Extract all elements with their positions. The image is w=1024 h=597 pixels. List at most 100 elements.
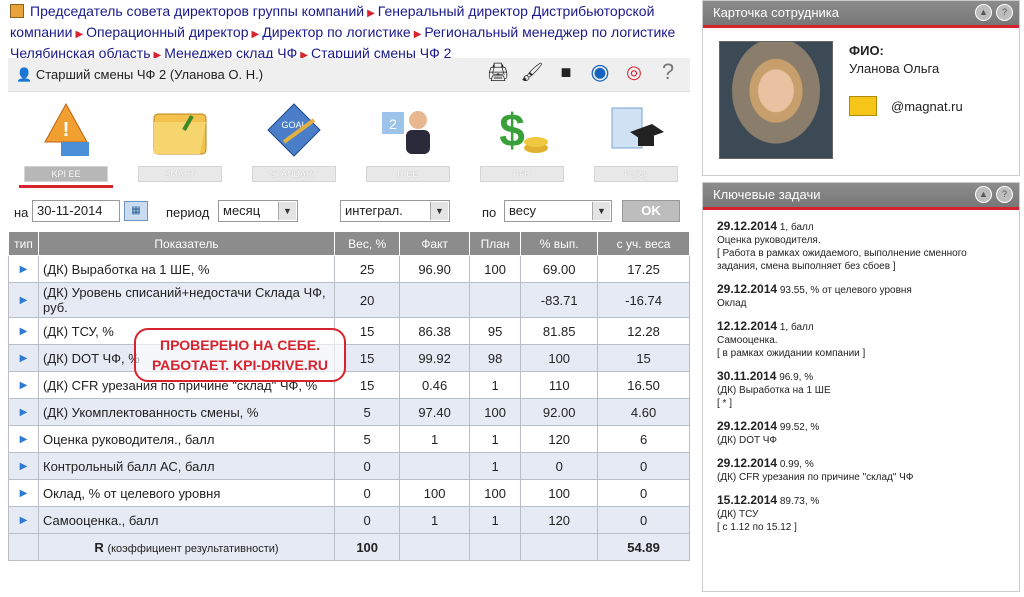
help-icon[interactable]: ?: [996, 186, 1013, 203]
help-icon[interactable]: ?: [656, 59, 680, 84]
cell-empty: [520, 533, 599, 561]
expand-row-icon[interactable]: ▶: [8, 506, 39, 534]
help-icon[interactable]: ?: [996, 4, 1013, 21]
cell-value: 86.38: [399, 317, 470, 345]
brush-icon[interactable]: 🖌: [520, 60, 544, 84]
task-line: Самооценка.: [717, 335, 778, 346]
task-item[interactable]: 30.11.2014 96.9, % (ДК) Выработка на 1 ШЕ…: [703, 370, 1019, 410]
current-user: 👤 Старший смены ЧФ 2 (Уланова О. Н.): [16, 67, 263, 83]
cell-value: 5: [333, 398, 401, 426]
category-kpi[interactable]: ! KPI ЕЕ: [10, 98, 122, 188]
cell-value: 15: [597, 344, 690, 372]
table-row[interactable]: ▶ (ДК) DOT ЧФ, % 15 99.92 98 100 15: [8, 344, 690, 372]
cell-value: 16.50: [597, 371, 690, 399]
table-row[interactable]: ▶ (ДК) Уровень списаний+недостачи Склада …: [8, 282, 690, 318]
expand-row-icon[interactable]: ▶: [8, 371, 39, 399]
indicator-name[interactable]: Оклад, % от целевого уровня: [38, 479, 335, 507]
ok-button[interactable]: OK: [622, 200, 680, 222]
collapse-icon[interactable]: ▲: [975, 186, 992, 203]
arrow-icon: ▶: [251, 29, 260, 40]
org-structure-icon[interactable]: [10, 4, 24, 18]
expand-row-icon[interactable]: ▶: [8, 255, 39, 283]
period-value: месяц: [223, 203, 261, 218]
breadcrumb-item[interactable]: Операционный директор: [86, 24, 248, 40]
envelope-icon[interactable]: [849, 96, 877, 116]
column-header[interactable]: с уч. веса: [597, 231, 690, 256]
category-r[interactable]: 2 R ЕЕ: [352, 98, 464, 182]
task-item[interactable]: 29.12.2014 1, балл Оценка руководителя. [ …: [703, 220, 1019, 273]
total-row: R (коэффициент результативности) 100 54.89: [8, 533, 690, 561]
employee-card: Карточка сотрудника ▲? ФИО: Уланова Ольга…: [702, 0, 1020, 176]
column-header[interactable]: % вып.: [520, 231, 599, 256]
column-header[interactable]: План: [468, 231, 522, 256]
task-meta: 96.9, %: [779, 372, 814, 383]
cell-value: 97.40: [399, 398, 470, 426]
task-item[interactable]: 29.12.2014 0.99, % (ДК) CFR урезания по п…: [703, 457, 1019, 484]
column-header[interactable]: тип: [8, 231, 39, 256]
print-icon[interactable]: 🖨: [486, 60, 510, 84]
category-standart[interactable]: GOAL STANDART: [238, 98, 350, 182]
sort-value: весу: [509, 203, 536, 218]
cell-value: 100: [399, 479, 470, 507]
category-smart[interactable]: SMART: [124, 98, 236, 182]
indicator-name[interactable]: (ДК) Уровень списаний+недостачи Склада Ч…: [38, 282, 335, 318]
cell-value: 0: [597, 479, 690, 507]
eye-icon[interactable]: ◉: [588, 59, 612, 84]
indicator-name[interactable]: Самооценка., балл: [38, 506, 335, 534]
indicator-name[interactable]: Контрольный балл АС, балл: [38, 452, 335, 480]
task-meta: 93.55, % от целевого уровня: [779, 285, 912, 296]
date-input[interactable]: 30-11-2014: [32, 200, 120, 222]
expand-row-icon[interactable]: ▶: [8, 425, 39, 453]
cell-value: 0.46: [399, 371, 470, 399]
table-row[interactable]: ▶ (ДК) ТСУ, % 15 86.38 95 81.85 12.28: [8, 317, 690, 345]
table-row[interactable]: ▶ Самооценка., балл 0 1 1 120 0: [8, 506, 690, 534]
expand-row-icon[interactable]: ▶: [8, 479, 39, 507]
sort-select[interactable]: весу ▼: [504, 200, 612, 222]
indicator-name[interactable]: Оценка руководителя., балл: [38, 425, 335, 453]
breadcrumb-item[interactable]: Директор по логистике: [262, 24, 410, 40]
breadcrumb-item[interactable]: Председатель совета директоров группы ко…: [30, 3, 364, 19]
indicator-name[interactable]: (ДК) Выработка на 1 ШЕ, %: [38, 255, 335, 283]
graduation-icon: [611, 107, 664, 149]
calendar-icon[interactable]: ▦: [124, 201, 148, 221]
mode-select[interactable]: интеграл. ▼: [340, 200, 450, 222]
task-item[interactable]: 12.12.2014 1, балл Самооценка. [ в рамках …: [703, 320, 1019, 360]
expand-row-icon[interactable]: ▶: [8, 317, 39, 345]
category-pfr[interactable]: $ PFR: [466, 98, 578, 182]
email-value[interactable]: @magnat.ru: [891, 99, 963, 114]
cell-value: 0: [333, 452, 401, 480]
screen-icon[interactable]: ■: [554, 60, 578, 84]
expand-row-icon[interactable]: ▶: [8, 398, 39, 426]
task-meta: 0.99, %: [779, 459, 814, 470]
expand-row-icon[interactable]: ▶: [8, 344, 39, 372]
table-row[interactable]: ▶ Контрольный балл АС, балл 0 1 0 0: [8, 452, 690, 480]
cell-value: 98: [468, 344, 522, 372]
task-item[interactable]: 29.12.2014 99.52, % (ДК) DOT ЧФ: [703, 420, 1019, 447]
task-item[interactable]: 29.12.2014 93.55, % от целевого уровня Ок…: [703, 283, 1019, 310]
cell-value: 17.25: [597, 255, 690, 283]
table-row[interactable]: ▶ (ДК) CFR урезания по причине "склад" ЧФ…: [8, 371, 690, 399]
table-row[interactable]: ▶ (ДК) Выработка на 1 ШЕ, % 25 96.90 100 69.0…: [8, 255, 690, 283]
indicator-name[interactable]: (ДК) Укомплектованность смены, %: [38, 398, 335, 426]
cell-value: 1: [399, 506, 470, 534]
target-icon[interactable]: ◎: [622, 60, 646, 84]
table-row[interactable]: ▶ (ДК) Укомплектованность смены, % 5 97.40 1…: [8, 398, 690, 426]
cell-value: 0: [597, 506, 690, 534]
task-line: Оклад: [717, 298, 747, 309]
table-row[interactable]: ▶ Оклад, % от целевого уровня 0 100 100 100 0: [8, 479, 690, 507]
expand-row-icon[interactable]: ▶: [8, 452, 39, 480]
task-item[interactable]: 15.12.2014 89.73, % (ДК) ТСУ [ с 1.12 по 1…: [703, 494, 1019, 534]
cell-value: 100: [468, 398, 522, 426]
table-row[interactable]: ▶ Оценка руководителя., балл 5 1 1 120 6: [8, 425, 690, 453]
employee-fio: ФИО: Уланова Ольга: [849, 43, 939, 76]
column-header[interactable]: Факт: [399, 231, 470, 256]
column-header[interactable]: Вес, %: [333, 231, 401, 256]
category-label: R ЕЕ: [366, 166, 450, 182]
collapse-icon[interactable]: ▲: [975, 4, 992, 21]
cell-value: 0: [333, 479, 401, 507]
period-select[interactable]: месяц ▼: [218, 200, 298, 222]
column-header[interactable]: Показатель: [38, 231, 335, 256]
category-policy[interactable]: Policy: [580, 98, 692, 182]
expand-row-icon[interactable]: ▶: [8, 282, 39, 318]
cell-value: 110: [520, 371, 599, 399]
